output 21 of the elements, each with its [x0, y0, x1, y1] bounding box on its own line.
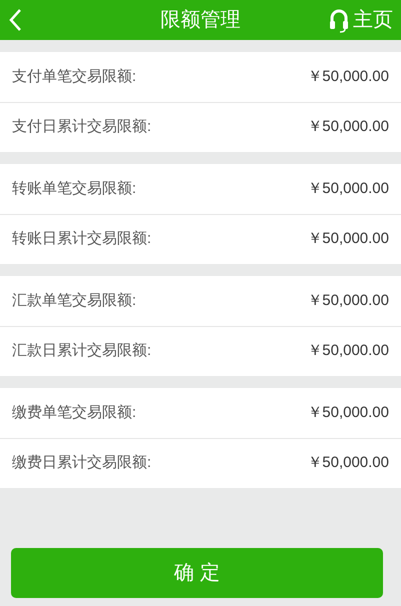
confirm-button[interactable]: 确 定 — [11, 548, 383, 598]
limit-label: 支付单笔交易限额: — [12, 66, 136, 87]
limit-value: ￥50,000.00 — [307, 66, 389, 87]
limit-value: ￥50,000.00 — [307, 178, 389, 199]
limit-value: ￥50,000.00 — [307, 402, 389, 423]
home-button[interactable]: 主页 — [329, 5, 393, 35]
limit-label: 缴费单笔交易限额: — [12, 402, 136, 423]
limit-value: ￥50,000.00 — [307, 341, 389, 362]
limit-label: 缴费日累计交易限额: — [12, 453, 152, 474]
back-icon — [8, 8, 22, 32]
limit-value: ￥50,000.00 — [307, 453, 389, 474]
limit-label: 转账日累计交易限额: — [12, 229, 152, 250]
limit-label: 汇款日累计交易限额: — [12, 341, 152, 362]
limit-label: 支付日累计交易限额: — [12, 117, 152, 138]
limit-label: 汇款单笔交易限额: — [12, 290, 136, 311]
limit-value: ￥50,000.00 — [307, 229, 389, 250]
headset-icon — [329, 7, 349, 33]
page-title: 限额管理 — [160, 8, 240, 33]
limit-value: ￥50,000.00 — [307, 290, 389, 311]
limit-value: ￥50,000.00 — [307, 117, 389, 138]
limit-label: 转账单笔交易限额: — [12, 178, 136, 199]
